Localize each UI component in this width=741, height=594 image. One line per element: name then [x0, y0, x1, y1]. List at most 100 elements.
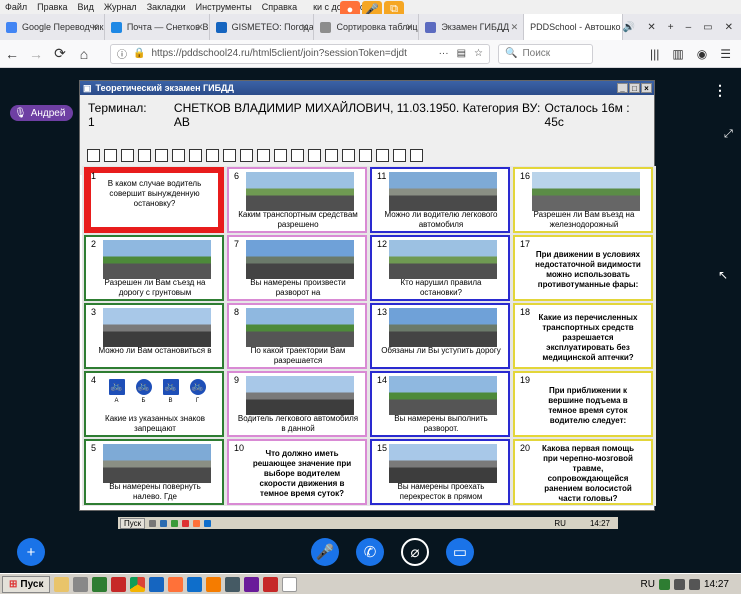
question-card-8[interactable]: 8 По какой траектории Вам разрешается	[227, 303, 367, 369]
minimize-icon[interactable]: –	[686, 22, 692, 33]
close-icon[interactable]: ✕	[511, 22, 519, 33]
camera-off-button[interactable]: ⌀	[401, 538, 429, 566]
app-icon[interactable]	[225, 576, 241, 592]
question-card-15[interactable]: 15 Вы намерены проехать перекресток в пря…	[370, 439, 510, 505]
close-icon[interactable]: ×	[641, 83, 652, 93]
close-icon[interactable]: ✕	[196, 22, 204, 33]
question-card-9[interactable]: 9 Водитель легкового автомобиля в данной	[227, 371, 367, 437]
volume-icon[interactable]	[688, 578, 700, 590]
app-icon[interactable]	[282, 576, 298, 592]
hamburger-menu-icon[interactable]: ☰	[720, 47, 731, 61]
tab-gismeteo[interactable]: GISMETEO: Погода ✕	[210, 14, 315, 40]
tab-mail[interactable]: Почта — Снетков В ✕	[105, 14, 210, 40]
chrome-icon[interactable]	[130, 576, 146, 592]
app-icon: ▣	[83, 82, 92, 93]
app-icon[interactable]	[92, 576, 108, 592]
star-icon[interactable]: ☆	[474, 48, 483, 59]
close-icon[interactable]: ✕	[301, 22, 309, 33]
question-card-18[interactable]: 18 Какие из перечисленных транспортных ср…	[513, 303, 653, 369]
tab-gibdd-exam[interactable]: Экзамен ГИБДД ✕	[419, 14, 525, 40]
close-tab-icon[interactable]: ✕	[647, 22, 655, 33]
microphone-button[interactable]: 🎤	[311, 538, 339, 566]
remote-start-button[interactable]: Пуск	[120, 517, 146, 529]
reader-view-icon[interactable]: ▤	[457, 48, 466, 59]
question-card-7[interactable]: 7 Вы намерены произвести разворот на	[227, 235, 367, 301]
question-card-19[interactable]: 19 При приближении к вершине подъема в те…	[513, 371, 653, 437]
library-icon[interactable]: |||	[650, 47, 659, 61]
app-icon[interactable]	[182, 519, 190, 527]
question-card-5[interactable]: 5 Вы намерены повернуть налево. Где	[84, 439, 224, 505]
menu-edit[interactable]: Правка	[32, 2, 72, 12]
vscode-icon[interactable]	[187, 576, 203, 592]
app-icon[interactable]	[204, 519, 212, 527]
info-icon[interactable]: ⓘ	[117, 46, 127, 61]
app-icon[interactable]	[263, 576, 279, 592]
firefox-icon[interactable]	[168, 576, 184, 592]
menu-bookmarks[interactable]: Закладки	[142, 2, 191, 12]
user-badge[interactable]: 🎙 Андрей	[10, 105, 74, 121]
app-icon[interactable]	[206, 576, 222, 592]
search-input[interactable]: 🔍 Поиск	[498, 43, 593, 64]
lock-icon[interactable]: 🔒	[133, 48, 145, 59]
tab-table-sort[interactable]: Сортировка таблиц ✕	[314, 14, 420, 40]
sidebar-icon[interactable]: ▥	[672, 47, 683, 61]
forward-arrow-icon[interactable]: →	[24, 46, 48, 62]
language-indicator[interactable]: RU	[641, 579, 655, 590]
reload-icon[interactable]: ⟳	[48, 45, 72, 62]
app-icon[interactable]	[171, 519, 179, 527]
question-card-4[interactable]: 4 🚲 А 🚲 Б 🚲 В 🚲 Г Какие из указанных знаков запре…	[84, 371, 224, 437]
fullscreen-icon[interactable]: ⤢	[724, 128, 733, 141]
home-icon[interactable]: ⌂	[72, 46, 96, 62]
hangup-phone-button[interactable]: ✆	[356, 538, 384, 566]
add-action-button[interactable]: +	[17, 538, 45, 566]
explorer-icon[interactable]	[54, 576, 70, 592]
question-card-16[interactable]: 16 Разрешен ли Вам въезд на железнодорожн…	[513, 167, 653, 233]
app-icon[interactable]	[73, 576, 89, 592]
question-card-12[interactable]: 12 Кто нарушил правила остановки?	[370, 235, 510, 301]
question-card-6[interactable]: 6 Каким транспортным средствам разрешено	[227, 167, 367, 233]
shield-icon[interactable]	[658, 578, 670, 590]
speaker-icon[interactable]: 🔊	[623, 22, 635, 33]
menu-help[interactable]: Справка	[257, 2, 302, 12]
back-arrow-icon[interactable]: ←	[0, 46, 24, 62]
menu-file[interactable]: Файл	[0, 2, 32, 12]
remote-lang[interactable]: RU	[554, 519, 566, 528]
close-icon[interactable]: ✕	[406, 22, 414, 33]
app-icon[interactable]	[111, 576, 127, 592]
question-card-20[interactable]: 20 Какова первая помощь при черепно-мозго…	[513, 439, 653, 505]
question-card-10[interactable]: 10 Что должно иметь решающее значение при…	[227, 439, 367, 505]
maximize-icon[interactable]: □	[629, 83, 640, 93]
question-text: Какова первая помощь при черепно-мозгово…	[542, 444, 634, 503]
menu-history[interactable]: Журнал	[99, 2, 142, 12]
close-icon[interactable]: ✕	[91, 22, 99, 33]
question-card-11[interactable]: 11 Можно ли водителю легкового автомобиля	[370, 167, 510, 233]
tab-pddschool[interactable]: PDDSchool - Автошко	[524, 14, 623, 40]
address-bar[interactable]: ⓘ 🔒 https://pddschool24.ru/html5client/j…	[110, 43, 490, 64]
menu-view[interactable]: Вид	[73, 2, 99, 12]
app-icon[interactable]	[244, 576, 260, 592]
account-icon[interactable]: ◉	[697, 47, 707, 61]
maximize-icon[interactable]: ▭	[703, 22, 712, 33]
question-card-1[interactable]: 1В каком случае водитель совершит вынужд…	[84, 167, 224, 233]
options-menu-icon[interactable]: ⋮	[713, 82, 727, 99]
question-card-2[interactable]: 2 Разрешен ли Вам съезд на дорогу с грунт…	[84, 235, 224, 301]
question-card-3[interactable]: 3 Можно ли Вам остановиться в	[84, 303, 224, 369]
question-card-14[interactable]: 14 Вы намерены выполнить разворот.	[370, 371, 510, 437]
exam-title: Теоретический экзамен ГИБДД	[95, 83, 234, 93]
question-card-17[interactable]: 17 При движении в условиях недостаточной …	[513, 235, 653, 301]
app-icon[interactable]	[193, 519, 201, 527]
tab-google-translate[interactable]: Google Переводчик ✕	[0, 14, 105, 40]
menu-tools[interactable]: Инструменты	[191, 2, 257, 12]
window-close-icon[interactable]: ✕	[725, 22, 733, 33]
app-icon[interactable]	[149, 519, 157, 527]
network-icon[interactable]	[673, 578, 685, 590]
app-icon[interactable]	[149, 576, 165, 592]
minimize-icon[interactable]: _	[617, 83, 628, 93]
tab-strip: Google Переводчик ✕ Почта — Снетков В ✕ GI…	[0, 14, 741, 40]
screen-share-button[interactable]: ▭	[446, 538, 474, 566]
app-icon[interactable]	[160, 519, 168, 527]
question-card-13[interactable]: 13 Обязаны ли Вы уступить дорогу	[370, 303, 510, 369]
start-button[interactable]: ⊞ Пуск	[2, 575, 51, 593]
more-dots-icon[interactable]: ···	[439, 48, 449, 59]
new-tab-icon[interactable]: +	[668, 22, 674, 33]
